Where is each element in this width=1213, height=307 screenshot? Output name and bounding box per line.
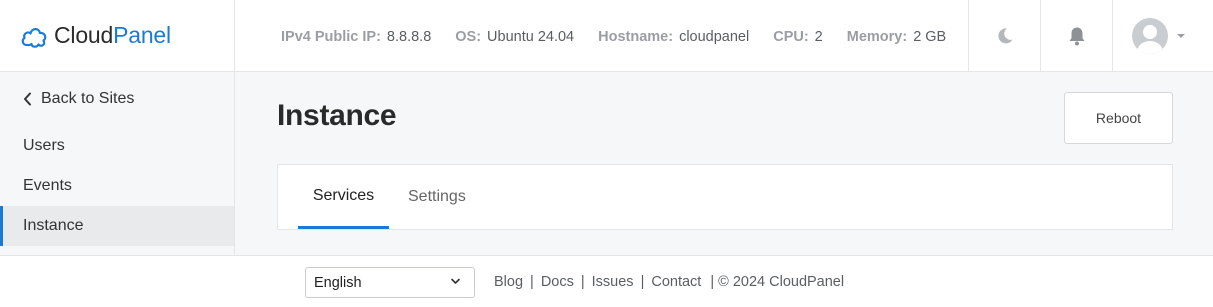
sidebar-item-label: Users	[23, 137, 65, 154]
brand-name: CloudPanel	[54, 22, 171, 49]
bell-icon	[1069, 27, 1084, 45]
sysinfo-hostname: Hostname: cloudpanel	[598, 29, 749, 45]
sysinfo-label: IPv4 Public IP:	[281, 29, 381, 45]
back-to-sites-label: Back to Sites	[41, 90, 135, 107]
top-header: CloudPanel IPv4 Public IP: 8.8.8.8 OS: Ubu…	[0, 0, 1213, 72]
chevron-down-icon	[1176, 33, 1185, 38]
user-avatar-icon	[1131, 17, 1168, 54]
sidebar-item-events[interactable]: Events	[0, 166, 234, 206]
main-content: Instance Reboot Services Settings	[235, 72, 1213, 255]
footer-link-docs[interactable]: Docs	[541, 274, 574, 290]
sysinfo-memory: Memory: 2 GB	[847, 29, 946, 45]
page-title: Instance	[277, 99, 397, 132]
footer-separator: |	[530, 274, 534, 290]
sysinfo-value: 8.8.8.8	[386, 29, 432, 45]
back-to-sites-link[interactable]: Back to Sites	[23, 90, 134, 108]
footer: English Blog | Docs | Issues | Contact | © 2024…	[0, 255, 1213, 307]
sysinfo-value: cloudpanel	[679, 29, 750, 45]
sidebar: Back to Sites Users Events Instance	[0, 72, 235, 255]
moon-icon	[997, 27, 1012, 43]
footer-links: Blog | Docs | Issues | Contact | © 2024 CloudPa…	[494, 274, 844, 290]
sidebar-item-label: Events	[23, 177, 72, 194]
sysinfo-value: 2	[814, 29, 823, 45]
tabs-bar: Services Settings	[277, 164, 1173, 230]
brand-logo[interactable]: CloudPanel	[0, 0, 235, 71]
sysinfo-label: Hostname:	[598, 29, 674, 45]
footer-link-blog[interactable]: Blog	[494, 274, 523, 290]
sidebar-item-label: Instance	[23, 217, 84, 234]
sysinfo-label: CPU:	[773, 29, 809, 45]
sysinfo-os: OS: Ubuntu 24.04	[455, 29, 574, 45]
sysinfo-ip: IPv4 Public IP: 8.8.8.8	[281, 29, 431, 45]
brand-name-part1: Cloud	[54, 22, 114, 48]
system-info: IPv4 Public IP: 8.8.8.8 OS: Ubuntu 24.04 H…	[281, 29, 970, 45]
footer-link-issues[interactable]: Issues	[592, 274, 634, 290]
language-select-value: English	[314, 274, 362, 291]
sysinfo-label: OS:	[455, 29, 482, 45]
sysinfo-cpu: CPU: 2	[773, 29, 823, 45]
chevron-left-icon	[24, 92, 31, 106]
tab-services[interactable]: Services	[298, 165, 389, 229]
footer-separator: |	[640, 274, 645, 290]
footer-separator: |	[580, 274, 585, 290]
footer-copyright: | © 2024 CloudPanel	[710, 274, 845, 290]
footer-link-contact[interactable]: Contact	[651, 274, 701, 290]
language-select[interactable]: English	[305, 267, 475, 298]
sysinfo-value: Ubuntu 24.04	[487, 29, 575, 45]
sysinfo-value: 2 GB	[913, 29, 947, 45]
user-menu[interactable]	[1112, 0, 1213, 71]
notifications-button[interactable]	[1040, 0, 1112, 71]
sidebar-item-users[interactable]: Users	[0, 126, 234, 166]
sidebar-item-instance[interactable]: Instance	[0, 206, 234, 246]
brand-name-part2: Panel	[113, 22, 171, 48]
tab-settings[interactable]: Settings	[408, 165, 466, 229]
dark-mode-toggle[interactable]	[968, 0, 1040, 71]
sysinfo-label: Memory:	[846, 29, 908, 45]
cloud-logo-icon	[21, 27, 47, 48]
chevron-down-icon	[451, 278, 460, 284]
reboot-button[interactable]: Reboot	[1064, 92, 1173, 144]
